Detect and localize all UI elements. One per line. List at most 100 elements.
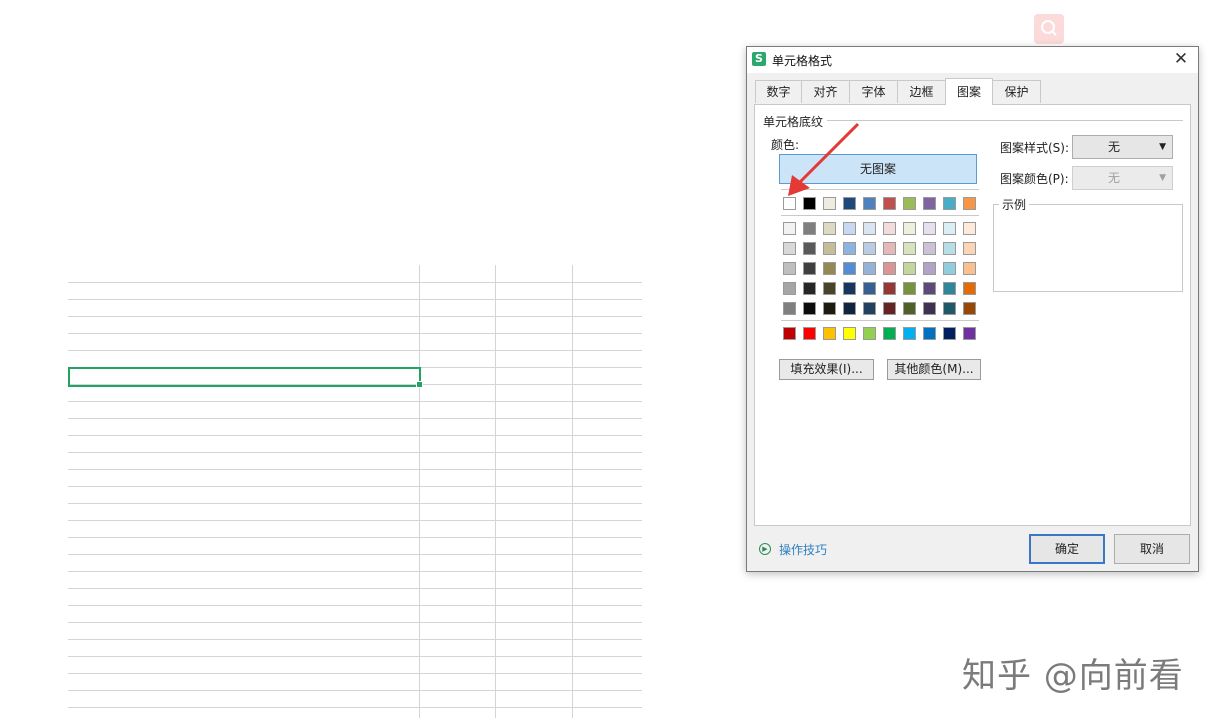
color-swatch[interactable]	[883, 327, 896, 340]
color-swatch[interactable]	[803, 327, 816, 340]
color-swatch[interactable]	[863, 262, 876, 275]
color-swatch[interactable]	[943, 222, 956, 235]
color-swatch[interactable]	[903, 327, 916, 340]
color-swatch[interactable]	[923, 222, 936, 235]
grid-column-line	[572, 265, 573, 718]
color-swatch[interactable]	[963, 262, 976, 275]
color-swatch[interactable]	[963, 197, 976, 210]
color-swatch[interactable]	[943, 197, 956, 210]
color-swatch[interactable]	[783, 282, 796, 295]
color-swatch[interactable]	[863, 302, 876, 315]
color-swatch[interactable]	[803, 302, 816, 315]
color-swatch[interactable]	[783, 262, 796, 275]
selected-cell[interactable]	[68, 367, 421, 387]
ok-button[interactable]: 确定	[1029, 534, 1105, 564]
color-swatch[interactable]	[883, 282, 896, 295]
color-swatch[interactable]	[963, 222, 976, 235]
dialog-titlebar[interactable]: S 单元格格式 ✕	[747, 47, 1198, 73]
color-swatch[interactable]	[943, 242, 956, 255]
tab-number[interactable]: 数字	[755, 80, 802, 103]
fill-effects-button[interactable]: 填充效果(I)...	[779, 359, 874, 380]
color-swatch[interactable]	[863, 327, 876, 340]
color-swatch[interactable]	[963, 282, 976, 295]
color-swatch[interactable]	[963, 242, 976, 255]
grid-row-line	[68, 622, 642, 623]
grid-row-line	[68, 282, 642, 283]
color-swatch[interactable]	[923, 282, 936, 295]
color-swatch[interactable]	[923, 327, 936, 340]
color-swatch[interactable]	[883, 262, 896, 275]
color-swatch[interactable]	[823, 327, 836, 340]
color-swatch[interactable]	[963, 302, 976, 315]
tab-border[interactable]: 边框	[897, 80, 946, 103]
grid-row-line	[68, 452, 642, 453]
color-swatch[interactable]	[823, 262, 836, 275]
close-button[interactable]: ✕	[1170, 49, 1192, 71]
grid-row-line	[68, 554, 642, 555]
color-swatch[interactable]	[883, 302, 896, 315]
color-swatch[interactable]	[923, 302, 936, 315]
color-swatch[interactable]	[883, 197, 896, 210]
more-colors-button[interactable]: 其他颜色(M)...	[887, 359, 981, 380]
color-swatch[interactable]	[823, 242, 836, 255]
cancel-button[interactable]: 取消	[1114, 534, 1190, 564]
color-swatch[interactable]	[863, 242, 876, 255]
grid-column-line	[419, 265, 420, 718]
pattern-style-dropdown[interactable]: 无 ▼	[1072, 135, 1173, 159]
color-swatch[interactable]	[903, 222, 916, 235]
tab-patterns[interactable]: 图案	[945, 78, 993, 105]
fill-handle[interactable]	[416, 381, 423, 388]
color-swatch[interactable]	[803, 282, 816, 295]
color-swatch[interactable]	[903, 197, 916, 210]
color-swatch[interactable]	[823, 222, 836, 235]
color-swatch[interactable]	[843, 327, 856, 340]
tab-alignment[interactable]: 对齐	[801, 80, 850, 103]
color-swatch[interactable]	[903, 262, 916, 275]
color-swatch[interactable]	[823, 302, 836, 315]
color-swatch[interactable]	[843, 262, 856, 275]
color-swatch[interactable]	[803, 222, 816, 235]
color-swatch[interactable]	[843, 222, 856, 235]
color-swatch[interactable]	[803, 242, 816, 255]
palette-divider	[781, 320, 979, 321]
color-swatch[interactable]	[863, 282, 876, 295]
color-swatch[interactable]	[943, 327, 956, 340]
color-swatch[interactable]	[943, 262, 956, 275]
color-swatch[interactable]	[903, 242, 916, 255]
color-swatch[interactable]	[823, 282, 836, 295]
color-swatch[interactable]	[903, 282, 916, 295]
color-swatch[interactable]	[803, 262, 816, 275]
grid-row-line	[68, 299, 642, 300]
pattern-style-label: 图案样式(S):	[1000, 141, 1070, 155]
grid-row-line	[68, 639, 642, 640]
tab-protection[interactable]: 保护	[992, 80, 1041, 103]
tab-font[interactable]: 字体	[849, 80, 898, 103]
grid-row-line	[68, 605, 642, 606]
color-swatch[interactable]	[783, 302, 796, 315]
color-swatch[interactable]	[783, 327, 796, 340]
grid-row-line	[68, 656, 642, 657]
color-swatch[interactable]	[943, 282, 956, 295]
color-swatch[interactable]	[963, 327, 976, 340]
color-swatch[interactable]	[843, 302, 856, 315]
grid-row-line	[68, 401, 642, 402]
color-swatch[interactable]	[923, 262, 936, 275]
grid-row-line	[68, 333, 642, 334]
color-swatch[interactable]	[783, 222, 796, 235]
color-swatch[interactable]	[923, 242, 936, 255]
color-swatch[interactable]	[943, 302, 956, 315]
color-swatch[interactable]	[783, 242, 796, 255]
color-swatch[interactable]	[843, 242, 856, 255]
tips-link[interactable]: 操作技巧	[779, 541, 827, 558]
grid-row-line	[68, 350, 642, 351]
color-swatch[interactable]	[883, 222, 896, 235]
spreadsheet-grid[interactable]	[68, 265, 642, 718]
color-swatch[interactable]	[923, 197, 936, 210]
grid-row-line	[68, 588, 642, 589]
color-swatch[interactable]	[883, 242, 896, 255]
color-swatch[interactable]	[843, 282, 856, 295]
pattern-color-dropdown[interactable]: 无 ▼	[1072, 166, 1173, 190]
search-button[interactable]	[1034, 14, 1064, 44]
color-swatch[interactable]	[903, 302, 916, 315]
color-swatch[interactable]	[863, 222, 876, 235]
